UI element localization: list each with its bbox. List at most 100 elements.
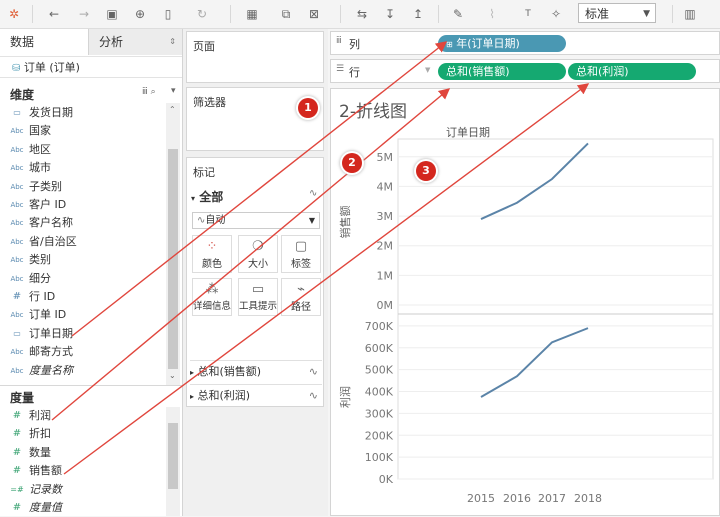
string-field-icon: Abc xyxy=(10,256,24,265)
label-icon[interactable]: T xyxy=(520,6,536,22)
mark-type-select[interactable]: ∿自动 ▼ xyxy=(192,212,320,229)
field-label: 销售额 xyxy=(29,464,62,478)
datasource-item[interactable]: ⛁ 订单 (订单) xyxy=(0,56,182,78)
redo-icon[interactable]: → xyxy=(76,6,92,22)
number-field-icon: # xyxy=(12,428,22,440)
field-label: 记录数 xyxy=(29,482,62,496)
new-datasource-icon[interactable]: ⊕ xyxy=(132,6,148,22)
dimension-item[interactable]: Abc 度量名称 xyxy=(0,362,166,380)
dimension-item[interactable]: ▭ 订单日期 xyxy=(0,325,166,343)
measure-item[interactable]: # 销售额 xyxy=(0,462,166,480)
dimension-item[interactable]: Abc 客户名称 xyxy=(0,214,166,232)
rows-pill-sales[interactable]: 总和(销售额) xyxy=(438,63,566,80)
toolbar: ✲ ← → ▣ ⊕ ▯ ↻ ▦ ⧉ ⊠ ⇆ ↧ ↥ ✎ ⌇ T ✧ 标准 ▼ ▥ xyxy=(0,0,720,29)
swap-icon[interactable]: ⇆ xyxy=(354,6,370,22)
duplicate-icon[interactable]: ⧉ xyxy=(278,6,294,22)
rows-pill-profit[interactable]: 总和(利润) xyxy=(568,63,696,80)
scroll-thumb[interactable] xyxy=(168,149,178,369)
data-pane: 数据 分析 ⇕ ⛁ 订单 (订单) 维度 ⅲ ⌕ ▾ ▭ 发货日期 Abc 国家 Abc 地… xyxy=(0,29,183,516)
sort-descending-icon[interactable]: ↥ xyxy=(410,6,426,22)
dimension-item[interactable]: Abc 订单 ID xyxy=(0,306,166,324)
string-field-icon: Abc xyxy=(10,348,24,357)
date-field-icon: ▭ xyxy=(13,328,21,338)
dimension-item[interactable]: ▭ 发货日期 xyxy=(0,104,166,122)
refresh-icon[interactable]: ↻ xyxy=(194,6,210,22)
group-icon[interactable]: ⌇ xyxy=(484,6,500,22)
rows-shelf[interactable]: ☰ 行 ▼ 总和(销售额) 总和(利润) xyxy=(330,59,720,83)
sort-ascending-icon[interactable]: ↧ xyxy=(382,6,398,22)
dimensions-scrollbar[interactable]: ⌃ ⌄ xyxy=(166,103,180,385)
dimensions-heading: 维度 xyxy=(10,88,35,102)
scroll-down-icon[interactable]: ⌄ xyxy=(169,371,176,380)
dimension-item[interactable]: Abc 细分 xyxy=(0,270,166,288)
measure-item[interactable]: # 折扣 xyxy=(0,425,166,443)
field-label: 子类别 xyxy=(29,179,62,193)
save-icon[interactable]: ▣ xyxy=(104,6,120,22)
dimension-item[interactable]: Abc 国家 xyxy=(0,122,166,140)
dimension-item[interactable]: # 行 ID xyxy=(0,288,166,306)
field-label: 发货日期 xyxy=(29,106,73,119)
highlight-icon[interactable]: ✎ xyxy=(450,6,466,22)
show-cards-icon[interactable]: ▥ xyxy=(682,6,698,22)
y-tick-label: 4M xyxy=(377,180,394,193)
y-tick-label: 0M xyxy=(377,299,394,312)
field-label: 客户 ID xyxy=(29,198,67,211)
tooltip-button[interactable]: ▭ 工具提示 xyxy=(238,278,278,316)
filters-card[interactable]: 筛选器 xyxy=(186,87,324,151)
undo-icon[interactable]: ← xyxy=(46,6,62,22)
rows-icon: ☰ xyxy=(336,64,345,74)
columns-pill-year[interactable]: ⊞ 年(订单日期) xyxy=(438,35,566,52)
detail-button[interactable]: ⁂ 详细信息 xyxy=(192,278,232,316)
pages-card[interactable]: 页面 xyxy=(186,31,324,83)
dimension-item[interactable]: Abc 类别 xyxy=(0,251,166,269)
field-label: 地区 xyxy=(29,142,51,156)
measure-item[interactable]: =# 记录数 xyxy=(0,481,166,499)
marks-all[interactable]: ▾ 全部 xyxy=(191,188,223,205)
measures-scrollbar[interactable] xyxy=(166,407,180,516)
series-line xyxy=(480,327,589,398)
dimension-item[interactable]: Abc 城市 xyxy=(0,159,166,177)
pin-icon[interactable]: ✧ xyxy=(548,6,564,22)
tab-data[interactable]: 数据 xyxy=(0,29,88,55)
color-button[interactable]: ⁘ 颜色 xyxy=(192,235,232,273)
dimension-item[interactable]: Abc 省/自治区 xyxy=(0,233,166,251)
label-button[interactable]: ▢ 标签 xyxy=(281,235,321,273)
tab-analysis[interactable]: 分析 ⇕ xyxy=(88,29,182,55)
series-line xyxy=(480,142,589,220)
view-size-select[interactable]: 标准 ▼ xyxy=(578,3,656,23)
scroll-thumb[interactable] xyxy=(168,423,178,489)
dimension-item[interactable]: Abc 地区 xyxy=(0,141,166,159)
collapse-icon[interactable]: ⇕ xyxy=(169,29,176,55)
marks-sales-row[interactable]: ▸ 总和(销售额) ∿ xyxy=(190,360,322,383)
pause-updates-icon[interactable]: ▯ xyxy=(160,6,176,22)
scroll-up-icon[interactable]: ⌃ xyxy=(169,105,176,114)
line-icon: ∿ xyxy=(308,365,318,378)
marks-profit-row[interactable]: ▸ 总和(利润) ∿ xyxy=(190,384,322,407)
dimensions-menu-icon[interactable]: ▾ xyxy=(171,86,176,96)
field-label: 省/自治区 xyxy=(29,234,77,248)
line-chart[interactable]: 订单日期 0M 1M 2M 3M 4M 5M 销售额 0K 100K 200K 300K 400K 500… xyxy=(331,89,719,515)
string-field-icon: Abc xyxy=(10,237,24,246)
label-icon: ▢ xyxy=(294,239,308,254)
dimension-item[interactable]: Abc 客户 ID xyxy=(0,196,166,214)
clear-sheet-icon[interactable]: ⊠ xyxy=(306,6,322,22)
string-field-icon: Abc xyxy=(10,145,24,154)
measure-item[interactable]: # 数量 xyxy=(0,444,166,462)
dimension-item[interactable]: Abc 子类别 xyxy=(0,178,166,196)
view-options-icon[interactable]: ⅲ ⌕ xyxy=(142,87,156,97)
size-button[interactable]: ❍ 大小 xyxy=(238,235,278,273)
measure-item[interactable]: # 利润 xyxy=(0,407,166,425)
y-tick-label: 700K xyxy=(365,320,394,333)
columns-shelf[interactable]: ⅲ 列 ⊞ 年(订单日期) xyxy=(330,31,720,55)
dimension-item[interactable]: Abc 邮寄方式 xyxy=(0,343,166,361)
path-button[interactable]: ⌁ 路径 xyxy=(281,278,321,316)
field-label: 细分 xyxy=(29,271,51,285)
measure-item[interactable]: # 度量值 xyxy=(0,499,166,517)
y-tick-label: 600K xyxy=(365,342,394,355)
tableau-logo-icon[interactable]: ✲ xyxy=(6,6,22,22)
field-label: 数量 xyxy=(29,445,51,459)
y-tick-label: 200K xyxy=(365,429,394,442)
field-label: 度量值 xyxy=(29,501,62,514)
new-worksheet-icon[interactable]: ▦ xyxy=(244,6,260,22)
field-label: 折扣 xyxy=(29,427,51,441)
